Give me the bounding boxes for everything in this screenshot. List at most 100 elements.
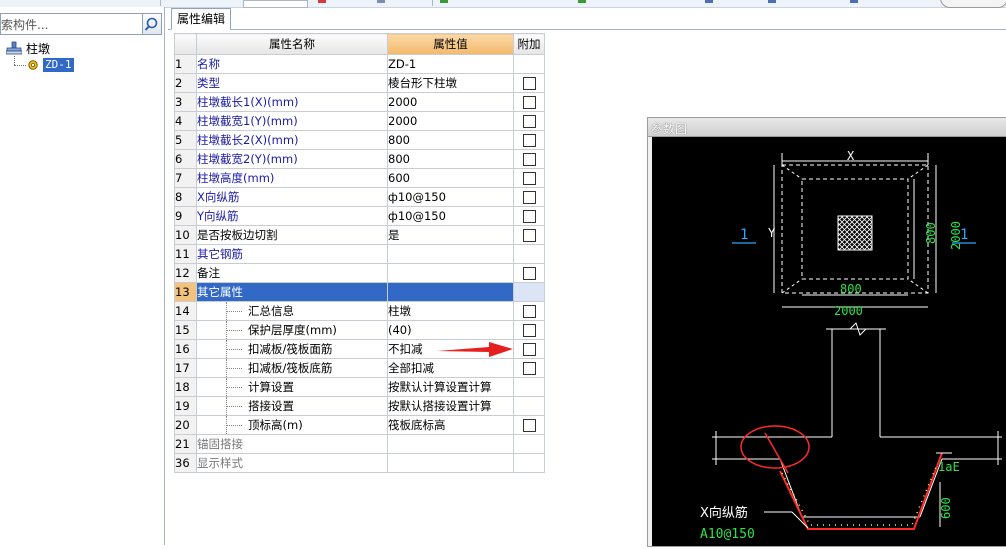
attach-checkbox[interactable]	[522, 77, 536, 90]
table-row[interactable]: 12 备注	[174, 263, 545, 283]
property-name-cell[interactable]: 是否按板边切割	[196, 225, 388, 245]
attach-checkbox[interactable]	[522, 305, 536, 318]
property-name-cell[interactable]: Y向纵筋	[196, 206, 388, 226]
property-value-cell[interactable]: 600	[387, 168, 514, 188]
attach-checkbox[interactable]	[522, 210, 536, 223]
search-button[interactable]	[142, 13, 162, 35]
property-value-cell[interactable]: 全部扣减	[387, 358, 514, 378]
attach-cell	[513, 149, 545, 169]
property-value-cell[interactable]: ф10@150	[387, 187, 514, 207]
toolbar-icon[interactable]	[318, 0, 326, 3]
property-name-cell[interactable]: 柱墩截宽1(Y)(mm)	[196, 111, 388, 131]
property-name-cell[interactable]: 类型	[196, 73, 388, 93]
property-value-cell[interactable]: 柱墩	[387, 301, 514, 321]
attach-checkbox[interactable]	[522, 153, 536, 166]
table-row[interactable]: 13−其它属性	[174, 282, 545, 302]
property-name-cell[interactable]: 计算设置	[196, 377, 388, 397]
table-row[interactable]: 8 X向纵筋 ф10@150	[174, 187, 545, 207]
rebar-dots	[781, 466, 937, 526]
property-name-cell[interactable]: 保护层厚度(mm)	[196, 320, 388, 340]
tab-property-edit[interactable]: 属性编辑	[171, 8, 232, 30]
attach-checkbox[interactable]	[522, 191, 536, 204]
property-value-cell[interactable]	[387, 263, 514, 283]
property-name-cell[interactable]: 柱墩截宽2(Y)(mm)	[196, 149, 388, 169]
table-row[interactable]: 36+显示样式	[174, 453, 545, 473]
attach-checkbox[interactable]	[522, 96, 536, 109]
property-value-cell[interactable]	[387, 434, 514, 454]
property-name-cell[interactable]: 搭接设置	[196, 396, 388, 416]
table-row[interactable]: 11 其它钢筋	[174, 244, 545, 264]
property-name-cell[interactable]: 汇总信息	[196, 301, 388, 321]
property-value-cell[interactable]	[387, 244, 514, 264]
table-row[interactable]: 14 汇总信息 柱墩	[174, 301, 545, 321]
search-input[interactable]: 索构件...	[0, 13, 143, 35]
table-row[interactable]: 1 名称 ZD-1	[174, 54, 545, 74]
toolbar-icon[interactable]	[705, 0, 713, 3]
property-name-cell[interactable]: X向纵筋	[196, 187, 388, 207]
tree-node-zhudun[interactable]: 柱墩	[6, 40, 50, 56]
table-row[interactable]: 17 扣减板/筏板底筋 全部扣减	[174, 358, 545, 378]
table-row[interactable]: 9 Y向纵筋 ф10@150	[174, 206, 545, 226]
property-value-cell[interactable]: 800	[387, 149, 514, 169]
toolbar-icon[interactable]	[377, 0, 385, 3]
property-value-cell[interactable]	[387, 453, 514, 473]
label-y: Y	[768, 226, 776, 240]
property-name-cell[interactable]: 扣减板/筏板面筋	[196, 339, 388, 359]
property-name-cell[interactable]: −其它属性	[196, 282, 388, 302]
diagram-title-bar[interactable]: 参数图	[648, 118, 1006, 137]
property-value-cell[interactable]	[387, 282, 514, 302]
property-value-cell[interactable]: 按默认搭接设置计算	[387, 396, 514, 416]
property-value-cell[interactable]: (40)	[387, 320, 514, 340]
property-name-cell[interactable]: 名称	[196, 54, 388, 74]
property-value-cell[interactable]: ф10@150	[387, 206, 514, 226]
property-name-cell[interactable]: 备注	[196, 263, 388, 283]
property-name-cell[interactable]: 柱墩高度(mm)	[196, 168, 388, 188]
table-row[interactable]: 10 是否按板边切割 是	[174, 225, 545, 245]
property-value-cell[interactable]: 800	[387, 130, 514, 150]
table-row[interactable]: 3 柱墩截长1(X)(mm) 2000	[174, 92, 545, 112]
property-value-cell[interactable]: 按默认计算设置计算	[387, 377, 514, 397]
property-name-cell[interactable]: +锚固搭接	[196, 434, 388, 454]
table-row[interactable]: 4 柱墩截宽1(Y)(mm) 2000	[174, 111, 545, 131]
tree-node-zd1[interactable]: ZD-1	[27, 57, 74, 73]
attach-checkbox[interactable]	[522, 343, 536, 356]
toolbar-icon[interactable]	[440, 0, 448, 3]
attach-checkbox[interactable]	[522, 172, 536, 185]
property-value-cell[interactable]: 2000	[387, 92, 514, 112]
attach-checkbox[interactable]	[522, 229, 536, 242]
attach-checkbox[interactable]	[522, 419, 536, 432]
row-number-header	[174, 33, 197, 55]
property-value-cell[interactable]: 2000	[387, 111, 514, 131]
property-name-cell[interactable]: 顶标高(m)	[196, 415, 388, 435]
table-row[interactable]: 6 柱墩截宽2(Y)(mm) 800	[174, 149, 545, 169]
table-row[interactable]: 2 类型 棱台形下柱墩	[174, 73, 545, 93]
property-value-cell[interactable]: ZD-1	[387, 54, 514, 74]
table-row[interactable]: 20 顶标高(m) 筏板底标高	[174, 415, 545, 435]
property-name-cell[interactable]: +显示样式	[196, 453, 388, 473]
column-header-name[interactable]: 属性名称	[196, 33, 388, 55]
table-row[interactable]: 15 保护层厚度(mm) (40)	[174, 320, 545, 340]
table-row[interactable]: 7 柱墩高度(mm) 600	[174, 168, 545, 188]
toolbar-icon[interactable]	[768, 0, 776, 3]
label-rebar-spec: A10@150	[700, 527, 755, 542]
table-row[interactable]: 5 柱墩截长2(X)(mm) 800	[174, 130, 545, 150]
property-name-cell[interactable]: 扣减板/筏板底筋	[196, 358, 388, 378]
toolbar-icon[interactable]	[578, 0, 586, 3]
property-name-cell[interactable]: 其它钢筋	[196, 244, 388, 264]
property-value-cell[interactable]: 棱台形下柱墩	[387, 73, 514, 93]
table-row[interactable]: 18 计算设置 按默认计算设置计算	[174, 377, 545, 397]
attach-checkbox[interactable]	[522, 362, 536, 375]
attach-checkbox[interactable]	[522, 324, 536, 337]
property-value-cell[interactable]: 是	[387, 225, 514, 245]
attach-checkbox[interactable]	[522, 134, 536, 147]
column-header-value[interactable]: 属性值	[387, 33, 514, 55]
property-value-cell[interactable]: 筏板底标高	[387, 415, 514, 435]
attach-checkbox[interactable]	[522, 115, 536, 128]
column-header-extra[interactable]: 附加	[513, 33, 545, 55]
toolbar-icon[interactable]	[850, 0, 858, 3]
property-name-cell[interactable]: 柱墩截长2(X)(mm)	[196, 130, 388, 150]
table-row[interactable]: 19 搭接设置 按默认搭接设置计算	[174, 396, 545, 416]
table-row[interactable]: 21+锚固搭接	[174, 434, 545, 454]
property-name-cell[interactable]: 柱墩截长1(X)(mm)	[196, 92, 388, 112]
attach-checkbox[interactable]	[522, 267, 536, 280]
